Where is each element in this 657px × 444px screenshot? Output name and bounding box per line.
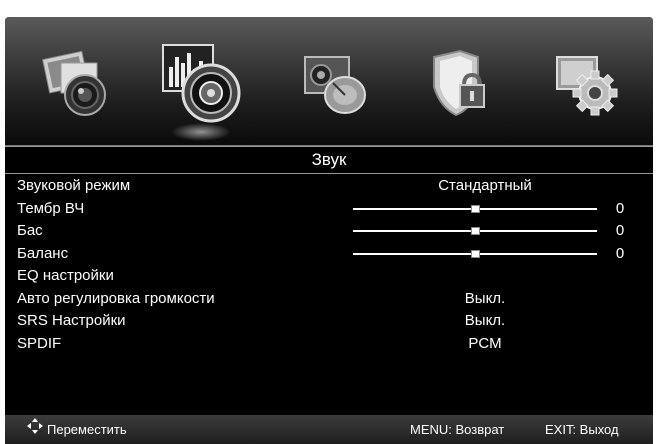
help-bar: Переместить MENU: Возврат EXIT: Выход <box>5 415 653 444</box>
balance-row[interactable]: Баланс 0 <box>5 243 653 266</box>
balance-value: 0 <box>615 244 625 262</box>
bass-slider-thumb[interactable] <box>470 227 480 235</box>
eq-settings-label: EQ настройки <box>17 267 114 284</box>
auto-volume-value: Выкл. <box>464 289 506 307</box>
srs-settings-row[interactable]: SRS Настройки Выкл. <box>5 310 653 333</box>
menu-icon-bar <box>5 17 653 146</box>
tv-frame: Звук Звуковой режим Стандартный Тембр ВЧ… <box>0 0 657 444</box>
treble-row[interactable]: Тембр ВЧ 0 <box>5 198 653 221</box>
channel-menu-icon[interactable] <box>283 33 383 133</box>
bass-label: Бас <box>17 222 43 239</box>
srs-settings-label: SRS Настройки <box>17 312 126 329</box>
lock-menu-icon[interactable] <box>410 33 510 133</box>
eq-settings-row[interactable]: EQ настройки <box>5 265 653 288</box>
bass-row[interactable]: Бас 0 <box>5 220 653 243</box>
sound-menu-icon[interactable] <box>151 33 251 141</box>
help-exit: EXIT: Выход <box>545 422 619 437</box>
move-arrows-icon <box>27 415 43 444</box>
spdif-value: PCM <box>468 334 502 352</box>
treble-slider[interactable] <box>353 204 597 213</box>
sound-mode-label: Звуковой режим <box>17 177 131 194</box>
menu-title: Звук <box>5 146 653 174</box>
settings-list: Звуковой режим Стандартный Тембр ВЧ 0 Ба… <box>5 175 653 355</box>
setup-menu-icon[interactable] <box>535 33 635 133</box>
balance-label: Баланс <box>17 244 69 262</box>
balance-slider[interactable] <box>353 249 597 258</box>
treble-label: Тембр ВЧ <box>17 199 85 217</box>
srs-settings-value: Выкл. <box>464 312 506 329</box>
spdif-row[interactable]: SPDIF PCM <box>5 333 653 356</box>
bass-slider[interactable] <box>353 227 597 235</box>
balance-slider-thumb[interactable] <box>470 249 480 258</box>
auto-volume-row[interactable]: Авто регулировка громкости Выкл. <box>5 288 653 311</box>
help-move-label: Переместить <box>47 422 127 437</box>
bass-value: 0 <box>615 222 625 239</box>
treble-value: 0 <box>615 199 625 217</box>
osd-screen: Звук Звуковой режим Стандартный Тембр ВЧ… <box>5 17 653 444</box>
sound-mode-row[interactable]: Звуковой режим Стандартный <box>5 175 653 198</box>
auto-volume-label: Авто регулировка громкости <box>17 289 215 307</box>
help-menu-return: MENU: Возврат <box>410 422 505 437</box>
help-move: Переместить <box>27 415 127 444</box>
spdif-label: SPDIF <box>17 334 62 352</box>
treble-slider-thumb[interactable] <box>470 204 480 213</box>
sound-mode-value: Стандартный <box>438 177 532 194</box>
picture-menu-icon[interactable] <box>27 33 127 133</box>
